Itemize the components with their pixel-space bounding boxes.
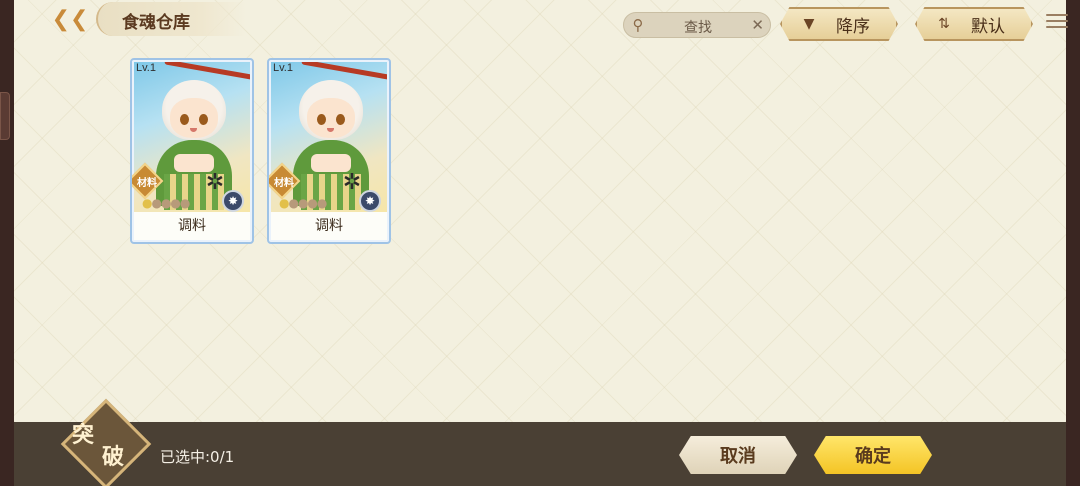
breakthrough-char-2: 破 <box>102 444 125 470</box>
level-label: Lv.1 <box>136 62 156 74</box>
menu-icon[interactable] <box>1042 10 1072 32</box>
close-icon[interactable]: ✕ <box>751 15 764 35</box>
search-icon: ⚲ <box>632 16 644 34</box>
default-sort-label: 默认 <box>971 16 1005 37</box>
back-arrow-icon: ❮❮ <box>51 6 89 32</box>
leaf-decoration-icon: ✲ <box>205 170 225 195</box>
level-label: Lv.1 <box>273 62 293 74</box>
right-frame <box>1066 0 1080 486</box>
element-icon: ✸ <box>222 190 244 212</box>
sort-order-label: 降序 <box>836 16 870 37</box>
confirm-button[interactable]: 确定 <box>814 436 932 474</box>
material-badge-label: 材料 <box>274 178 294 189</box>
card-name: 调料 <box>271 212 387 240</box>
star-rating: ●●●●● <box>142 196 190 210</box>
back-button[interactable]: ❮❮ <box>40 2 100 36</box>
selected-count: 已选中:0/1 <box>160 448 235 466</box>
sort-toggle-icon: ⇅ <box>938 16 950 32</box>
element-icon: ✸ <box>359 190 381 212</box>
side-tab-handle[interactable] <box>0 92 10 140</box>
card-name: 调料 <box>134 212 250 240</box>
breakthrough-label: 突 破 <box>72 424 142 468</box>
left-frame <box>0 0 14 486</box>
breakthrough-char-1: 突 <box>72 422 95 448</box>
sort-order-button[interactable]: ▼ 降序 <box>780 7 898 41</box>
page-title: 食魂仓库 <box>122 13 190 33</box>
search-input[interactable]: ⚲ 查找 ✕ <box>623 12 771 38</box>
soul-card[interactable]: ✲ Lv.1 材料 ●●●●● ✸ 调料 <box>267 58 391 244</box>
star-rating: ●●●●● <box>279 196 327 210</box>
cancel-button[interactable]: 取消 <box>679 436 797 474</box>
soul-card[interactable]: ✲ Lv.1 材料 ●●●●● ✸ 调料 <box>130 58 254 244</box>
leaf-decoration-icon: ✲ <box>342 170 362 195</box>
material-badge-label: 材料 <box>137 178 157 189</box>
triangle-down-icon: ▼ <box>803 16 815 32</box>
search-placeholder: 查找 <box>684 20 712 36</box>
title-plate: 食魂仓库 <box>96 2 246 36</box>
default-sort-button[interactable]: ⇅ 默认 <box>915 7 1033 41</box>
